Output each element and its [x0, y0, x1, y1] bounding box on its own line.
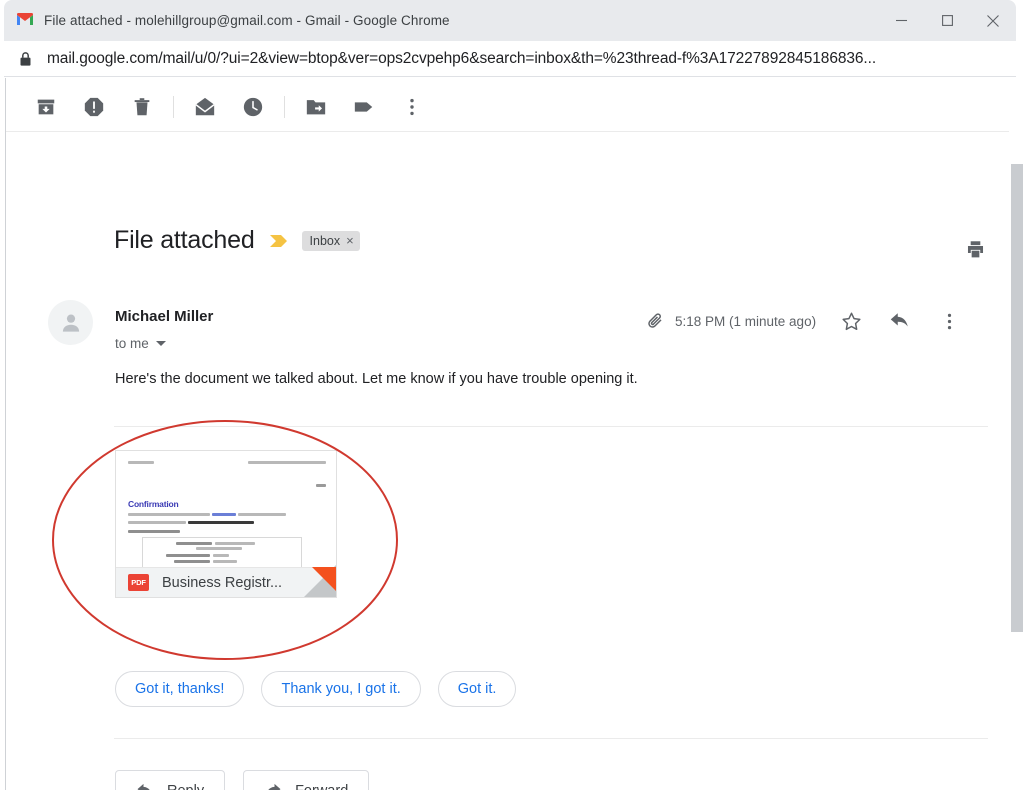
recipient-label: to me	[115, 336, 149, 351]
page-viewport: File attached Inbox × Michael Miller to …	[5, 78, 1016, 790]
page-scrollbar-thumb[interactable]	[1011, 164, 1023, 632]
message-action-row: Reply Forward	[115, 770, 370, 790]
paperclip-icon	[646, 312, 664, 330]
page-scrollbar-track[interactable]	[1009, 78, 1024, 790]
smart-reply-row: Got it, thanks! Thank you, I got it. Got…	[115, 671, 517, 707]
mark-unread-button[interactable]	[181, 83, 229, 131]
preview-corner-mark	[316, 484, 326, 487]
message-body: Here's the document we talked about. Let…	[115, 371, 638, 387]
preview-body-line-2	[128, 521, 254, 524]
report-spam-button[interactable]	[70, 83, 118, 131]
preview-body-line-1	[128, 513, 286, 516]
preview-kv-1	[176, 542, 255, 545]
forward-button-label: Forward	[295, 783, 348, 790]
pdf-badge-icon: PDF	[128, 574, 149, 591]
sender-name: Michael Miller	[115, 308, 214, 325]
label-chip-inbox[interactable]: Inbox ×	[301, 230, 360, 251]
toolbar-divider	[173, 95, 174, 118]
recipient-dropdown[interactable]: to me	[115, 336, 166, 351]
url-text: mail.google.com/mail/u/0/?ui=2&view=btop…	[47, 49, 877, 67]
preview-kv-3	[174, 560, 237, 563]
toolbar-divider	[284, 95, 285, 118]
attachment-preview: Confirmation	[116, 451, 336, 569]
smart-reply-2[interactable]: Thank you, I got it.	[261, 671, 421, 707]
caret-down-icon	[155, 341, 166, 346]
message-meta: 5:18 PM (1 minute ago)	[646, 306, 964, 336]
pdf-badge-text: PDF	[131, 578, 146, 587]
reply-arrow-icon	[137, 783, 150, 790]
gmail-action-toolbar	[6, 82, 1011, 132]
maximize-button[interactable]	[924, 0, 970, 41]
divider-below-smart-replies	[114, 738, 988, 739]
address-bar[interactable]: mail.google.com/mail/u/0/?ui=2&view=btop…	[4, 41, 1016, 77]
preview-heading: Confirmation	[128, 499, 179, 509]
preview-kv-2	[166, 554, 229, 557]
snooze-button[interactable]	[229, 83, 277, 131]
label-chip-remove-icon[interactable]: ×	[346, 234, 354, 247]
browser-window: File attached - molehillgroup@gmail.com …	[0, 0, 1024, 790]
window-controls	[878, 0, 1016, 41]
smart-reply-3[interactable]: Got it.	[437, 671, 517, 707]
window-title: File attached - molehillgroup@gmail.com …	[44, 13, 450, 28]
forward-button[interactable]: Forward	[243, 770, 370, 790]
lock-icon	[18, 51, 33, 67]
reply-arrow-icon[interactable]	[884, 306, 914, 336]
sender-row: Michael Miller to me 5:18 PM (1 minute a…	[6, 300, 1011, 360]
preview-kv-1b	[196, 547, 242, 550]
important-chevron-icon[interactable]	[269, 233, 289, 249]
delete-button[interactable]	[118, 83, 166, 131]
avatar[interactable]	[48, 300, 93, 345]
more-button[interactable]	[388, 83, 436, 131]
labels-button[interactable]	[340, 83, 388, 131]
attachment-filename: Business Registr...	[162, 574, 283, 591]
preview-body-line-3	[128, 530, 180, 533]
close-button[interactable]	[970, 0, 1016, 41]
smart-reply-1[interactable]: Got it, thanks!	[115, 671, 245, 707]
page-title: File attached	[114, 226, 255, 254]
attachment-card[interactable]: Confirmation PDF Business Registr...	[115, 450, 337, 598]
preview-header-lines	[116, 461, 336, 464]
reply-button[interactable]: Reply	[115, 770, 226, 790]
move-to-button[interactable]	[292, 83, 340, 131]
subject-row: File attached Inbox ×	[6, 226, 1011, 257]
attachment-footer[interactable]: PDF Business Registr...	[116, 563, 336, 597]
window-titlebar: File attached - molehillgroup@gmail.com …	[4, 0, 1016, 41]
forward-arrow-icon	[268, 783, 281, 790]
message-timestamp: 5:18 PM (1 minute ago)	[675, 313, 817, 329]
attachment-fold-front-icon	[312, 567, 336, 593]
star-outline-icon[interactable]	[836, 306, 866, 336]
more-vertical-icon[interactable]	[934, 306, 964, 336]
divider-above-attachment	[114, 426, 988, 427]
gmail-m-icon	[16, 12, 34, 30]
minimize-button[interactable]	[878, 0, 924, 41]
print-icon[interactable]	[961, 235, 989, 263]
archive-button[interactable]	[22, 83, 70, 131]
reply-button-label: Reply	[167, 783, 204, 790]
label-chip-text: Inbox	[309, 233, 341, 248]
